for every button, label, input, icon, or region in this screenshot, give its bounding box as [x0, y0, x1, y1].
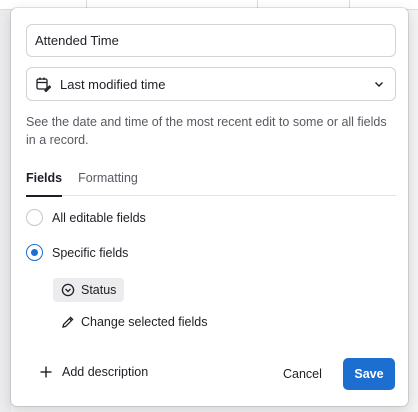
- change-selected-fields-label: Change selected fields: [81, 315, 208, 329]
- radio-all-editable-fields[interactable]: All editable fields: [26, 209, 146, 226]
- field-name-input[interactable]: [26, 24, 396, 57]
- save-button[interactable]: Save: [343, 358, 395, 390]
- cancel-button[interactable]: Cancel: [273, 358, 332, 390]
- field-type-description: See the date and time of the most recent…: [26, 115, 387, 147]
- status-circle-chevron-icon: [61, 283, 75, 297]
- pencil-icon: [61, 315, 75, 329]
- field-type-select[interactable]: Last modified time: [26, 67, 396, 101]
- config-tabs: Fields Formatting: [26, 168, 396, 197]
- add-description-label: Add description: [62, 365, 149, 379]
- field-config-panel: Last modified time See the date and time…: [11, 8, 408, 406]
- tab-fields[interactable]: Fields: [26, 168, 63, 197]
- radio-button[interactable]: [26, 244, 43, 261]
- background-left-strip: [0, 10, 11, 412]
- plus-icon: [39, 365, 53, 379]
- field-type-label: Last modified time: [60, 76, 166, 92]
- tab-formatting[interactable]: Formatting: [78, 168, 138, 196]
- radio-specific-fields[interactable]: Specific fields: [26, 244, 128, 261]
- radio-label: All editable fields: [52, 210, 146, 225]
- change-selected-fields-link[interactable]: Change selected fields: [61, 315, 207, 329]
- chip-label: Status: [81, 283, 117, 297]
- calendar-edit-icon: [35, 76, 51, 92]
- radio-button[interactable]: [26, 209, 43, 226]
- add-description-button[interactable]: Add description: [39, 365, 148, 379]
- chevron-down-icon: [373, 78, 385, 90]
- radio-label: Specific fields: [52, 245, 129, 260]
- selected-field-chip: Status: [53, 278, 125, 302]
